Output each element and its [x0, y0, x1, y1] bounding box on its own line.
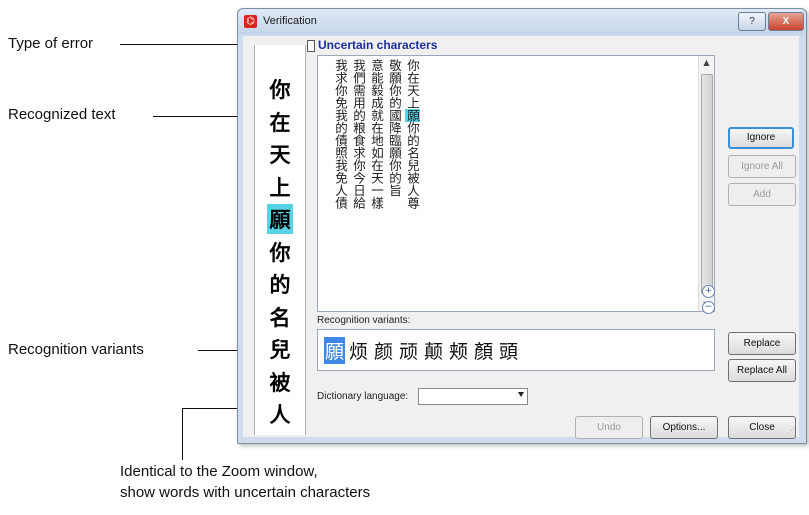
window-title: Verification — [263, 15, 317, 27]
verification-window: ⌬ Verification ? X 你在天上願你的名兒被人 Uncertain… — [237, 8, 807, 444]
zoom-char: 名 — [269, 304, 291, 330]
annotation-zoom-line2: show words with uncertain characters — [120, 484, 371, 501]
zoom-char: 你 — [269, 239, 291, 265]
variant-option[interactable]: 顽 — [399, 337, 418, 364]
zoom-char: 人 — [269, 402, 291, 427]
options-button[interactable]: Options... — [650, 416, 718, 439]
text-column: 我求你免我的債照我免人債 — [333, 59, 348, 209]
recognized-text-area[interactable]: ▲ ▼ 你在天上願你的名兒被人尊敬願你的國降臨願你的旨意能毅成就在地如在天一樣我… — [317, 55, 715, 312]
close-window-button[interactable]: X — [768, 12, 804, 31]
variant-option[interactable]: 顏 — [474, 337, 493, 364]
zoom-char: 你 — [269, 77, 291, 102]
scroll-up-icon[interactable]: ▲ — [699, 58, 714, 67]
text-column: 我們需用的粮食求你今日給 — [351, 59, 366, 209]
error-marker-icon — [307, 40, 315, 52]
recognition-variants-label: Recognition variants: — [317, 315, 411, 326]
chevron-down-icon — [518, 392, 524, 397]
zoom-char: 在 — [269, 109, 291, 135]
text-column: 意能毅成就在地如在天一樣 — [369, 59, 384, 209]
text-column: 敬願你的國降臨願你的旨 — [387, 59, 402, 197]
dictionary-language-select[interactable] — [418, 388, 528, 405]
annotation-line-zoom-vertical — [182, 408, 183, 460]
add-button[interactable]: Add — [728, 183, 796, 206]
zoom-window: 你在天上願你的名兒被人 — [254, 45, 306, 435]
title-bar[interactable]: ⌬ Verification ? X — [238, 9, 806, 35]
variant-option[interactable]: 颠 — [424, 337, 443, 364]
resize-grip-icon[interactable]: ⋰ — [787, 426, 797, 436]
zoom-out-icon[interactable]: − — [702, 301, 715, 314]
variant-option[interactable]: 颜 — [374, 337, 393, 364]
app-icon: ⌬ — [244, 15, 257, 28]
recognition-variants-box[interactable]: 願烦颜顽颠颊顏頭 — [317, 329, 715, 371]
zoom-in-icon[interactable]: + — [702, 285, 715, 298]
scrollbar-thumb[interactable] — [701, 74, 713, 294]
variant-option[interactable]: 頭 — [499, 337, 518, 364]
annotation-recognized-text: Recognized text — [8, 106, 116, 123]
ignore-button[interactable]: Ignore — [728, 127, 794, 149]
dictionary-language-label: Dictionary language: — [317, 391, 409, 402]
undo-button[interactable]: Undo — [575, 416, 643, 439]
zoom-char: 上 — [269, 174, 291, 200]
zoom-char: 的 — [269, 272, 291, 297]
variant-option[interactable]: 願 — [324, 337, 346, 364]
zoom-char: 天 — [269, 142, 291, 167]
zoom-char: 兒 — [269, 337, 291, 362]
annotation-type-of-error: Type of error — [8, 35, 94, 52]
ignore-all-button[interactable]: Ignore All — [728, 155, 796, 178]
variant-option[interactable]: 颊 — [449, 337, 468, 364]
zoom-char: 被 — [269, 369, 291, 395]
text-column: 你在天上願你的名兒被人尊 — [405, 59, 420, 209]
dialog-client: 你在天上願你的名兒被人 Uncertain characters ▲ ▼ 你在天… — [243, 36, 799, 439]
vertical-scrollbar[interactable]: ▲ ▼ — [698, 56, 714, 311]
replace-button[interactable]: Replace — [728, 332, 796, 355]
annotation-recognition-variants: Recognition variants — [8, 341, 144, 358]
annotation-zoom-line1: Identical to the Zoom window, — [120, 463, 318, 480]
error-type-label: Uncertain characters — [318, 38, 438, 52]
help-button[interactable]: ? — [738, 12, 766, 31]
replace-all-button[interactable]: Replace All — [728, 359, 796, 382]
close-button[interactable]: Close — [728, 416, 796, 439]
zoom-char: 願 — [267, 204, 293, 234]
variant-option[interactable]: 烦 — [349, 337, 368, 364]
